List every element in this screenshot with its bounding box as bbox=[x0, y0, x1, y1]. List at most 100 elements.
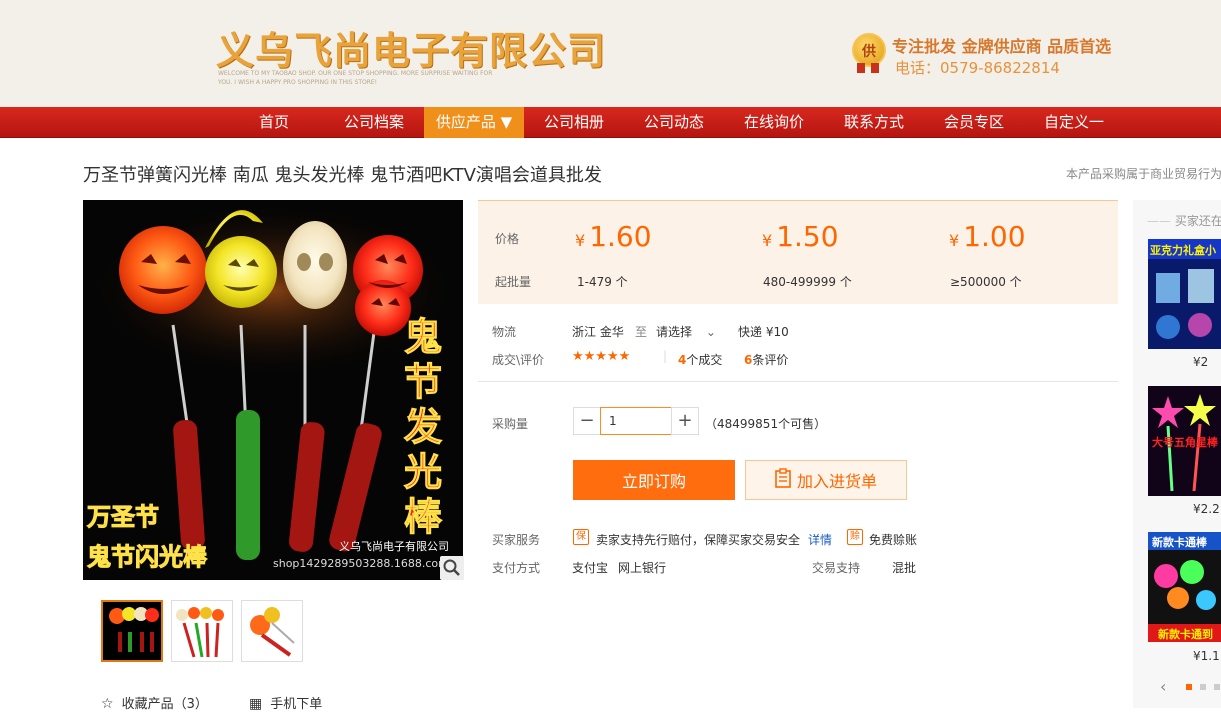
trade-support-label: 交易支持 bbox=[812, 561, 861, 575]
sidebar-title-text: 买家还在看 bbox=[1174, 214, 1221, 228]
supplier-badge-icon: 供 bbox=[852, 33, 886, 67]
nav-custom[interactable]: 自定义一 bbox=[1032, 107, 1116, 138]
related-item-3-price: ¥1.1 bbox=[1193, 649, 1220, 663]
product-title: 万圣节弹簧闪光棒 南瓜 鬼头发光棒 鬼节酒吧KTV演唱会道具批发 bbox=[83, 165, 602, 186]
price-tier-2: ¥1.50 bbox=[762, 220, 839, 253]
guarantee-details-link[interactable]: 详情 bbox=[808, 531, 832, 548]
image-watermark-company: 义乌飞尚电子有限公司 bbox=[339, 539, 449, 553]
price-value: 1.60 bbox=[589, 220, 652, 253]
favorite-label: 收藏产品（3） bbox=[121, 697, 208, 712]
favorite-product-link[interactable]: ☆ 收藏产品（3） bbox=[101, 693, 208, 712]
currency-symbol: ¥ bbox=[949, 231, 960, 250]
carousel-dot-active[interactable] bbox=[1186, 684, 1192, 690]
product-illustration: 鬼节发光棒 万圣节 鬼节闪光棒 义乌飞尚电子有限公司 shop142928950… bbox=[83, 200, 463, 580]
product-main-image[interactable]: 鬼节发光棒 万圣节 鬼节闪光棒 义乌飞尚电子有限公司 shop142928950… bbox=[83, 200, 463, 580]
image-vertical-text: 鬼节发光棒 bbox=[404, 315, 443, 539]
nav-company-profile[interactable]: 公司档案 bbox=[331, 107, 417, 138]
moq-label: 起批量 bbox=[495, 275, 532, 289]
trade-notice: 本产品采购属于商业贸易行为 bbox=[1066, 167, 1221, 181]
quantity-input[interactable] bbox=[600, 407, 672, 435]
related-item-3-image[interactable]: 新款卡通棒新款卡通到 bbox=[1148, 532, 1221, 642]
credit-text: 免费赊账 bbox=[869, 533, 918, 547]
nav-album[interactable]: 公司相册 bbox=[532, 107, 616, 138]
badge-ribbon-right bbox=[871, 63, 879, 73]
payment-label: 支付方式 bbox=[492, 561, 541, 575]
guarantee-text: 卖家支持先行赔付，保障买家交易安全 bbox=[596, 533, 801, 547]
logo-tagline: WELCOME TO MY TAOBAO SHOP. OUR ONE STOP … bbox=[218, 70, 493, 86]
header-phone: 电话：0579-86822814 bbox=[895, 59, 1060, 77]
quantity-label: 采购量 bbox=[492, 417, 529, 431]
star-outline-icon: ☆ bbox=[101, 696, 114, 712]
thumbnail-2[interactable] bbox=[171, 600, 233, 662]
chevron-down-icon: ⌄ bbox=[705, 325, 716, 339]
image-text-halloween: 万圣节 bbox=[87, 503, 159, 531]
chevron-left-icon[interactable]: ‹ bbox=[1160, 677, 1166, 696]
trade-support-value: 混批 bbox=[892, 561, 917, 575]
carousel-dot[interactable] bbox=[1200, 684, 1206, 690]
related-item-1-image[interactable]: 亚克力礼盒小 bbox=[1148, 239, 1221, 349]
logistics-label: 物流 bbox=[492, 325, 517, 339]
currency-symbol: ¥ bbox=[575, 231, 586, 250]
qrcode-icon: ▦ bbox=[249, 696, 263, 712]
add-to-cart-label: 加入进货单 bbox=[796, 472, 877, 491]
add-to-cart-button[interactable]: 加入进货单 bbox=[745, 460, 907, 500]
clipboard-icon bbox=[775, 468, 791, 492]
rating-label: 成交\评价 bbox=[492, 353, 545, 367]
currency-symbol: ¥ bbox=[762, 231, 773, 250]
buy-now-button[interactable]: 立即订购 bbox=[573, 460, 735, 500]
image-watermark-url: shop1429289503288.1688.com 长35厘米 bbox=[273, 557, 463, 570]
svg-text:亚克力礼盒小: 亚克力礼盒小 bbox=[1150, 243, 1216, 257]
mobile-order-link[interactable]: ▦ 手机下单 bbox=[249, 693, 322, 712]
svg-text:新款卡通棒: 新款卡通棒 bbox=[1152, 535, 1208, 549]
thumbnail-1[interactable] bbox=[101, 600, 163, 662]
image-text-ghost-stick: 鬼节闪光棒 bbox=[87, 543, 208, 571]
ship-from: 浙江 金华 bbox=[572, 325, 624, 339]
guarantee-shield-icon: 保 bbox=[573, 529, 589, 545]
rating-stars-icon: ★★★★★ bbox=[572, 349, 631, 364]
quantity-decrease-button[interactable]: − bbox=[573, 407, 601, 435]
ship-to-word: 至 bbox=[635, 325, 648, 339]
site-header: 义乌飞尚电子有限公司 WELCOME TO MY TAOBAO SHOP. OU… bbox=[0, 0, 1221, 107]
nav-inquiry[interactable]: 在线询价 bbox=[732, 107, 816, 138]
qty-range-2: 480-499999 个 bbox=[763, 275, 852, 289]
svg-text:大号五角星棒: 大号五角星棒 bbox=[1152, 435, 1219, 449]
available-stock: （48499851个可售） bbox=[705, 417, 827, 431]
credit-icon: 赊 bbox=[847, 529, 863, 545]
svg-text:新款卡通到: 新款卡通到 bbox=[1158, 627, 1213, 641]
price-tier-3: ¥1.00 bbox=[949, 220, 1026, 253]
payment-alipay: 支付宝 bbox=[572, 561, 609, 575]
sidebar-title: —— 买家还在看 bbox=[1147, 212, 1221, 229]
deals-suffix: 个成交 bbox=[686, 353, 723, 367]
nav-members[interactable]: 会员专区 bbox=[932, 107, 1016, 138]
qty-range-3: ≥500000 个 bbox=[950, 275, 1022, 289]
payment-bank: 网上银行 bbox=[618, 561, 667, 575]
related-item-1-price: ¥2 bbox=[1193, 355, 1209, 369]
carousel-dot[interactable] bbox=[1214, 684, 1220, 690]
related-item-2-price: ¥2.2 bbox=[1193, 502, 1220, 516]
thumbnail-3[interactable] bbox=[241, 600, 303, 662]
reviews-link[interactable]: 6条评价 bbox=[744, 351, 788, 368]
related-item-2-image[interactable]: 大号五角星棒 bbox=[1148, 386, 1221, 496]
section-divider bbox=[478, 381, 1118, 382]
price-value: 1.50 bbox=[776, 220, 839, 253]
destination-placeholder: 请选择 bbox=[656, 325, 693, 339]
qty-range-1: 1-479 个 bbox=[577, 275, 628, 289]
deals-link[interactable]: 4个成交 bbox=[678, 351, 722, 368]
reviews-suffix: 条评价 bbox=[752, 353, 789, 367]
nav-products[interactable]: 供应产品 ▼ bbox=[424, 107, 524, 138]
nav-home[interactable]: 首页 bbox=[241, 107, 307, 138]
badge-ribbon-left bbox=[857, 63, 865, 73]
company-logo-text[interactable]: 义乌飞尚电子有限公司 bbox=[216, 20, 606, 75]
zoom-icon[interactable] bbox=[440, 556, 464, 580]
price-value: 1.00 bbox=[963, 220, 1026, 253]
header-slogan: 专注批发 金牌供应商 品质首选 bbox=[892, 37, 1112, 56]
quantity-increase-button[interactable]: + bbox=[671, 407, 699, 435]
price-label: 价格 bbox=[495, 232, 520, 246]
main-nav: 首页 公司档案 供应产品 ▼ 公司相册 公司动态 在线询价 联系方式 会员专区 … bbox=[0, 107, 1221, 138]
destination-select[interactable]: 请选择 ⌄ bbox=[656, 323, 716, 340]
nav-contact[interactable]: 联系方式 bbox=[832, 107, 916, 138]
nav-news[interactable]: 公司动态 bbox=[632, 107, 716, 138]
rating-separator: | bbox=[663, 349, 668, 363]
mobile-order-label: 手机下单 bbox=[270, 697, 323, 712]
express-fee: 快递 ¥10 bbox=[738, 325, 789, 339]
